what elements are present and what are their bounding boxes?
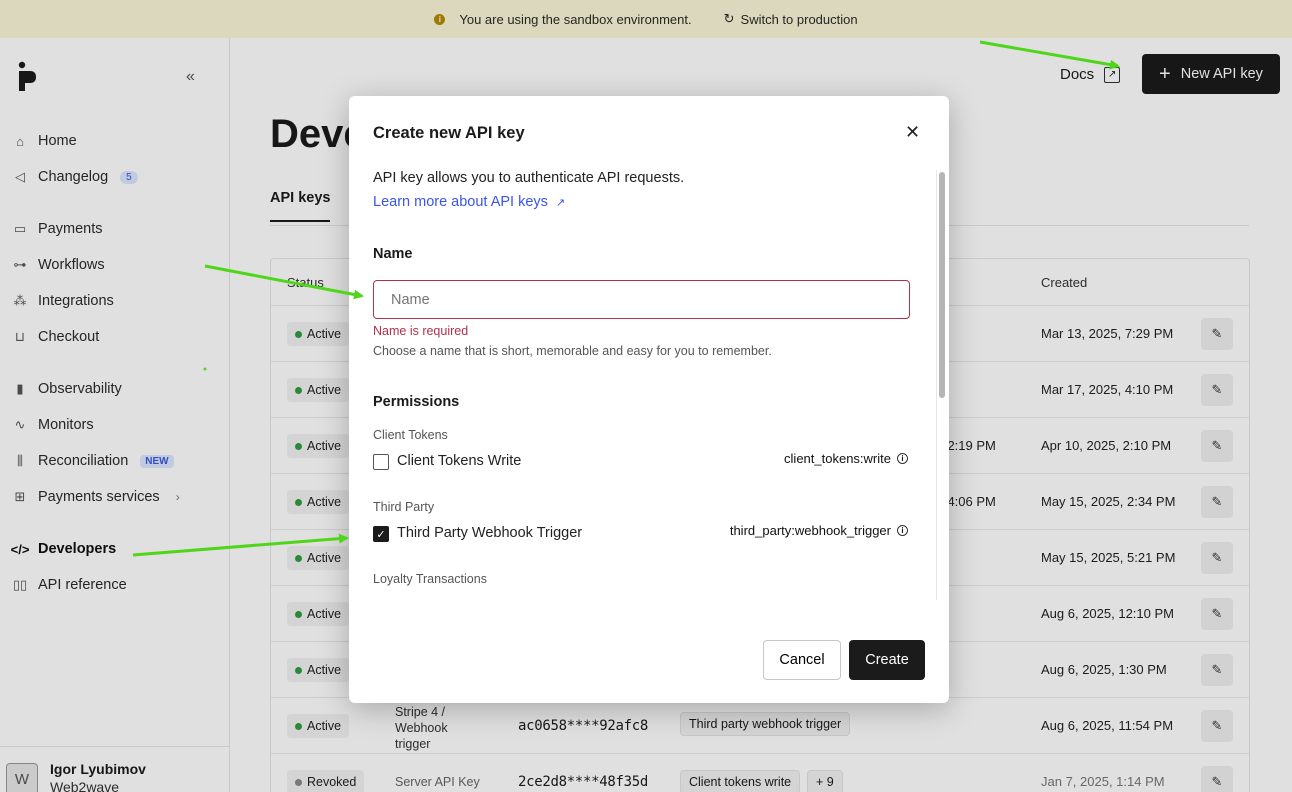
permissions-title: Permissions [373,394,460,410]
permission-name: Third Party Webhook Trigger [397,525,583,541]
permission-group-label: Third Party [373,500,435,514]
external-link-icon: ↗ [555,196,566,209]
permission-scope: client_tokens:write i [784,451,908,466]
permission-group-label: Loyalty Transactions [373,572,487,586]
permission-scope: third_party:webhook_trigger i [730,523,908,538]
dialog-body: API key allows you to authenticate API r… [349,168,949,602]
permission-third-party-webhook-trigger[interactable]: ✓ Third Party Webhook Trigger third_part… [373,523,910,545]
permission-group-label: Client Tokens [373,428,448,442]
info-icon[interactable]: i [897,453,908,464]
cancel-button[interactable]: Cancel [763,640,841,680]
name-label: Name [373,246,413,262]
permission-checkbox[interactable]: ✓ [373,526,389,542]
learn-more-link[interactable]: Learn more about API keys ↗ [373,194,565,210]
learn-more-label: Learn more about API keys [373,194,548,210]
name-hint: Choose a name that is short, memorable a… [373,344,772,358]
permission-client-tokens-write[interactable]: Client Tokens Write client_tokens:write … [373,451,910,473]
permission-checkbox[interactable] [373,454,389,470]
info-icon[interactable]: i [897,525,908,536]
dialog-footer: Cancel Create [349,602,949,703]
name-error: Name is required [373,324,469,338]
dialog-title: Create new API key [373,124,525,142]
dialog-description: API key allows you to authenticate API r… [373,170,685,186]
dialog-scrollbar-thumb[interactable] [939,172,945,398]
create-api-key-dialog: Create new API key ✕ API key allows you … [349,96,949,703]
name-input[interactable] [373,280,910,319]
create-button[interactable]: Create [849,640,925,680]
permission-name: Client Tokens Write [397,453,522,469]
close-icon[interactable]: ✕ [905,122,920,143]
